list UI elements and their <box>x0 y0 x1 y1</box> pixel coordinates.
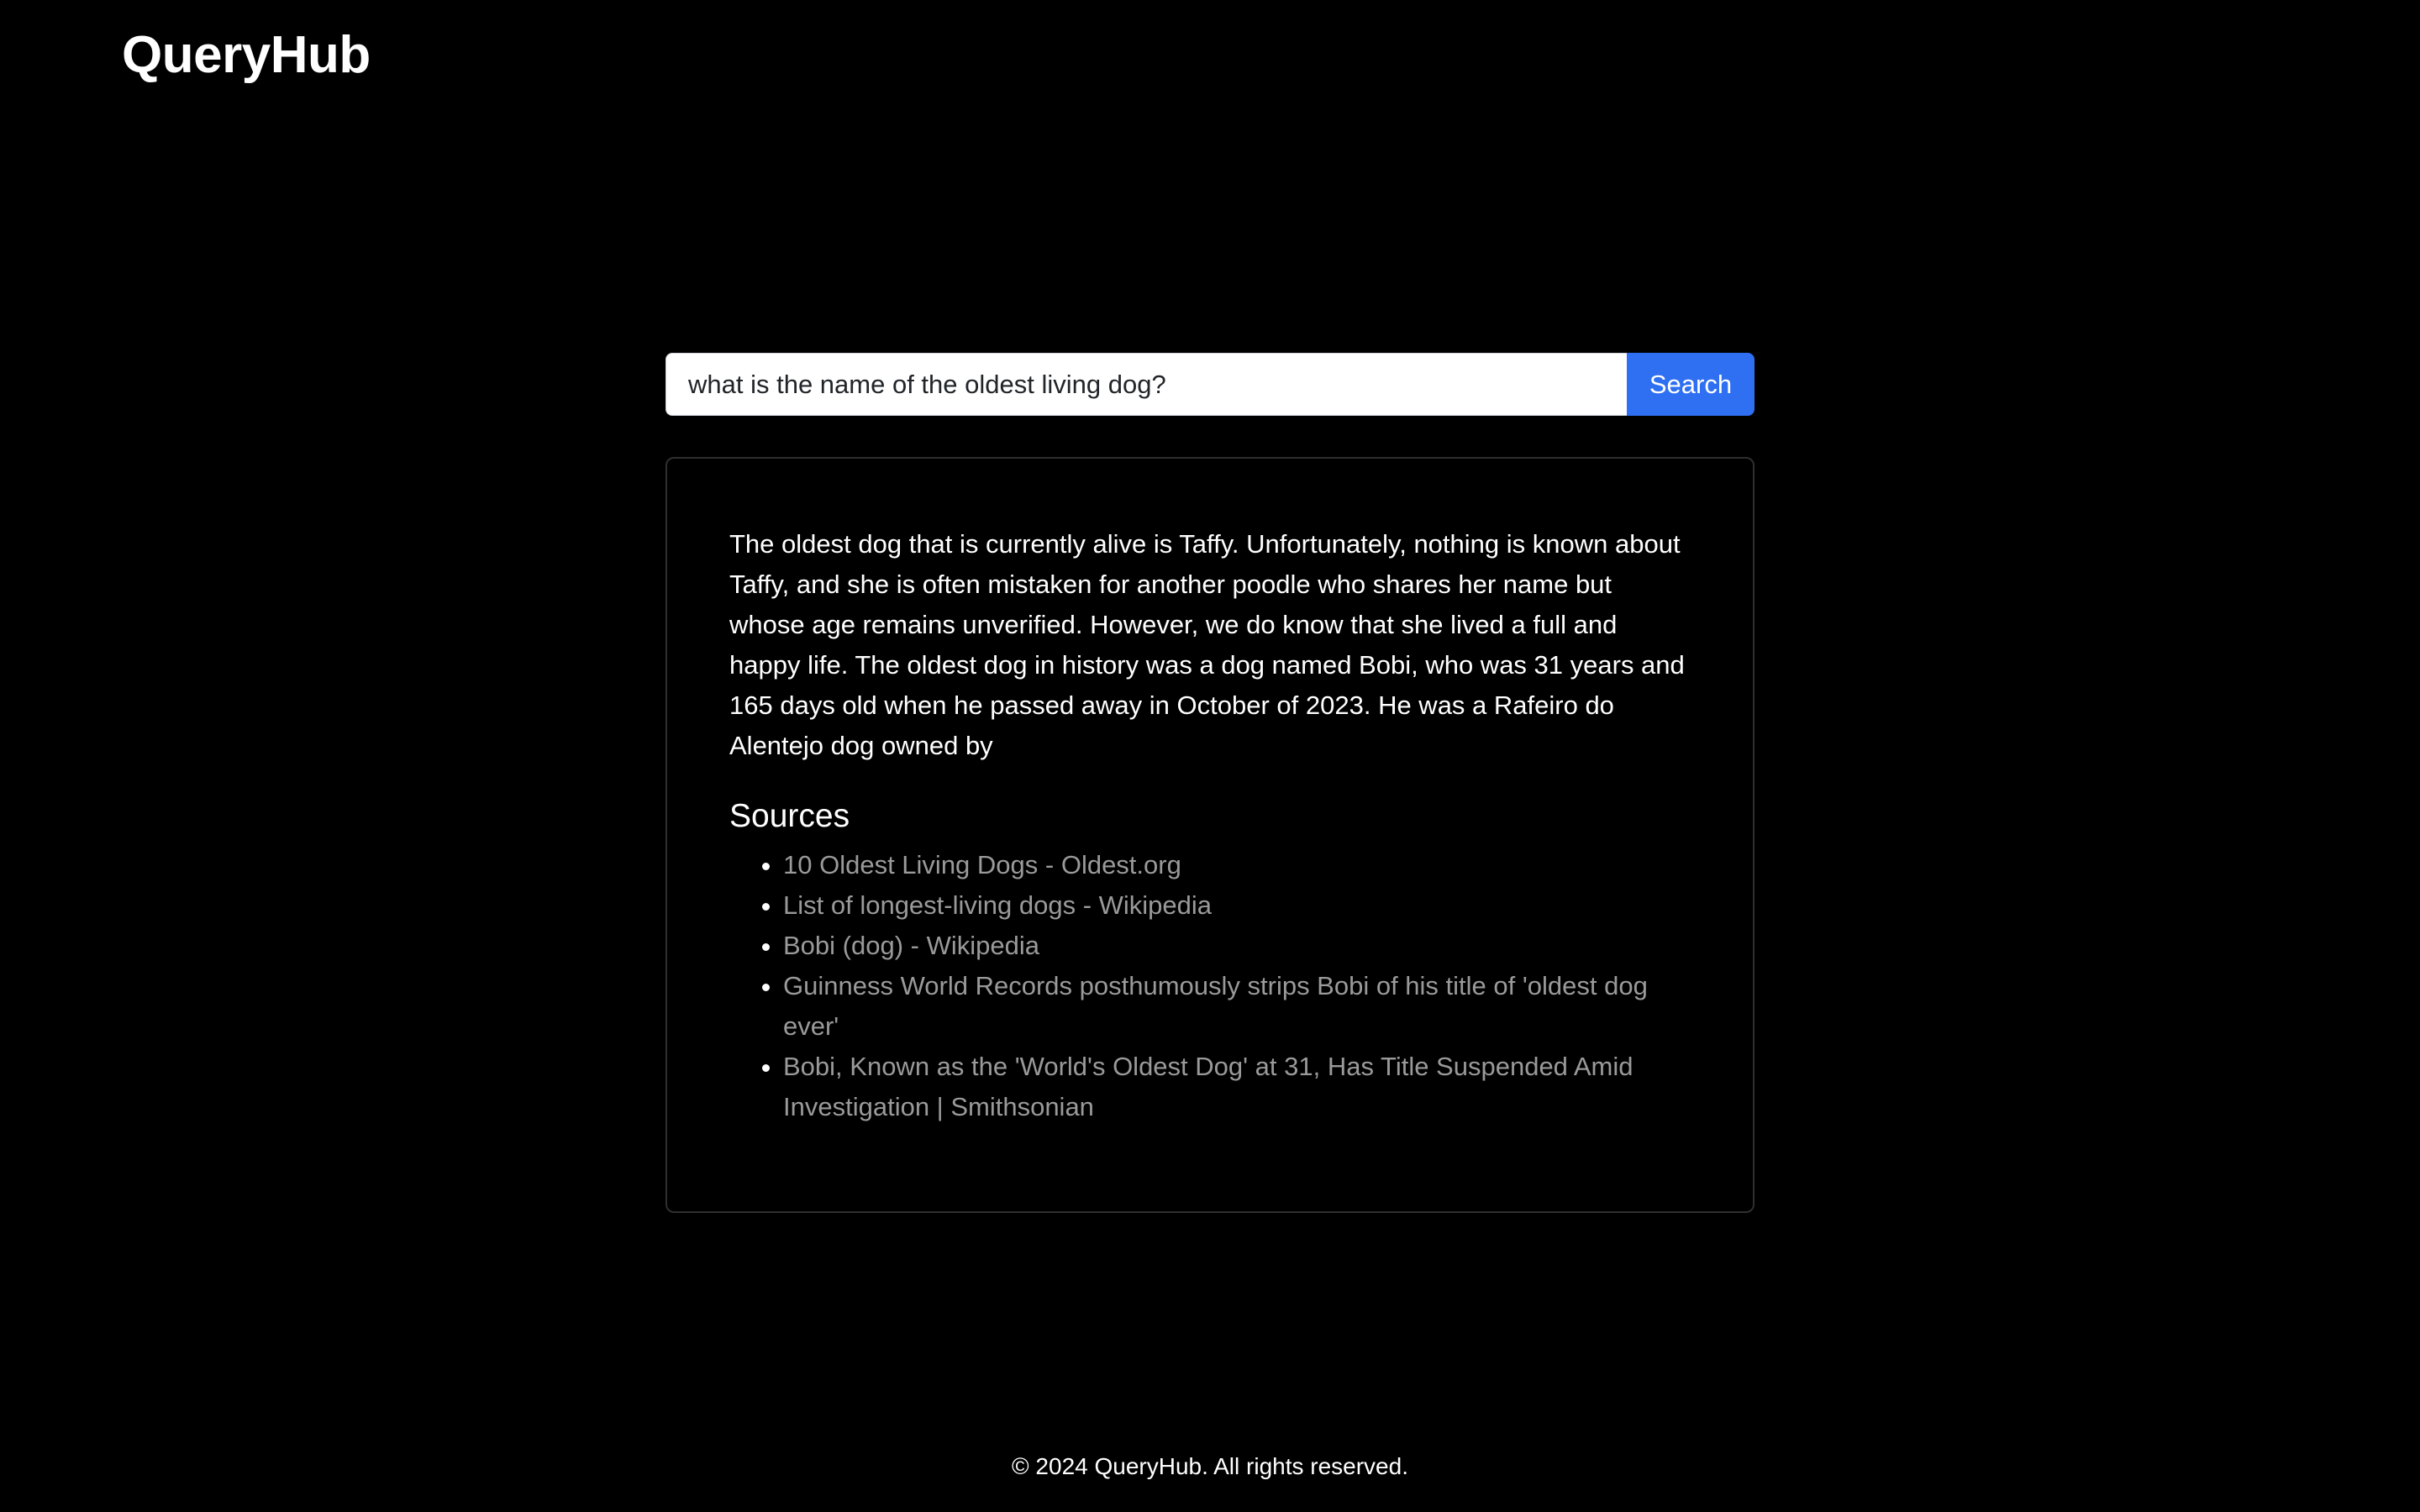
search-input[interactable] <box>666 353 1627 416</box>
footer-copyright: © 2024 QueryHub. All rights reserved. <box>1012 1453 1408 1479</box>
source-item: Guinness World Records posthumously stri… <box>783 966 1692 1047</box>
sources-list: 10 Oldest Living Dogs - Oldest.org List … <box>729 845 1692 1127</box>
source-item: Bobi (dog) - Wikipedia <box>783 926 1692 966</box>
source-link[interactable]: List of longest-living dogs - Wikipedia <box>783 890 1212 920</box>
search-button[interactable]: Search <box>1627 353 1754 416</box>
source-link[interactable]: 10 Oldest Living Dogs - Oldest.org <box>783 850 1181 879</box>
source-item: 10 Oldest Living Dogs - Oldest.org <box>783 845 1692 885</box>
result-card: The oldest dog that is currently alive i… <box>666 457 1754 1213</box>
answer-text: The oldest dog that is currently alive i… <box>729 529 1685 760</box>
source-link[interactable]: Bobi (dog) - Wikipedia <box>783 931 1039 960</box>
source-link[interactable]: Bobi, Known as the 'World's Oldest Dog' … <box>783 1052 1633 1121</box>
sources-heading: Sources <box>729 798 850 834</box>
search-bar: Search <box>666 353 1754 416</box>
source-item: Bobi, Known as the 'World's Oldest Dog' … <box>783 1047 1692 1127</box>
source-link[interactable]: Guinness World Records posthumously stri… <box>783 971 1648 1041</box>
brand-logo[interactable]: QueryHub <box>122 24 371 87</box>
page: QueryHub Search The oldest dog that is c… <box>0 0 2420 1512</box>
source-item: List of longest-living dogs - Wikipedia <box>783 885 1692 926</box>
